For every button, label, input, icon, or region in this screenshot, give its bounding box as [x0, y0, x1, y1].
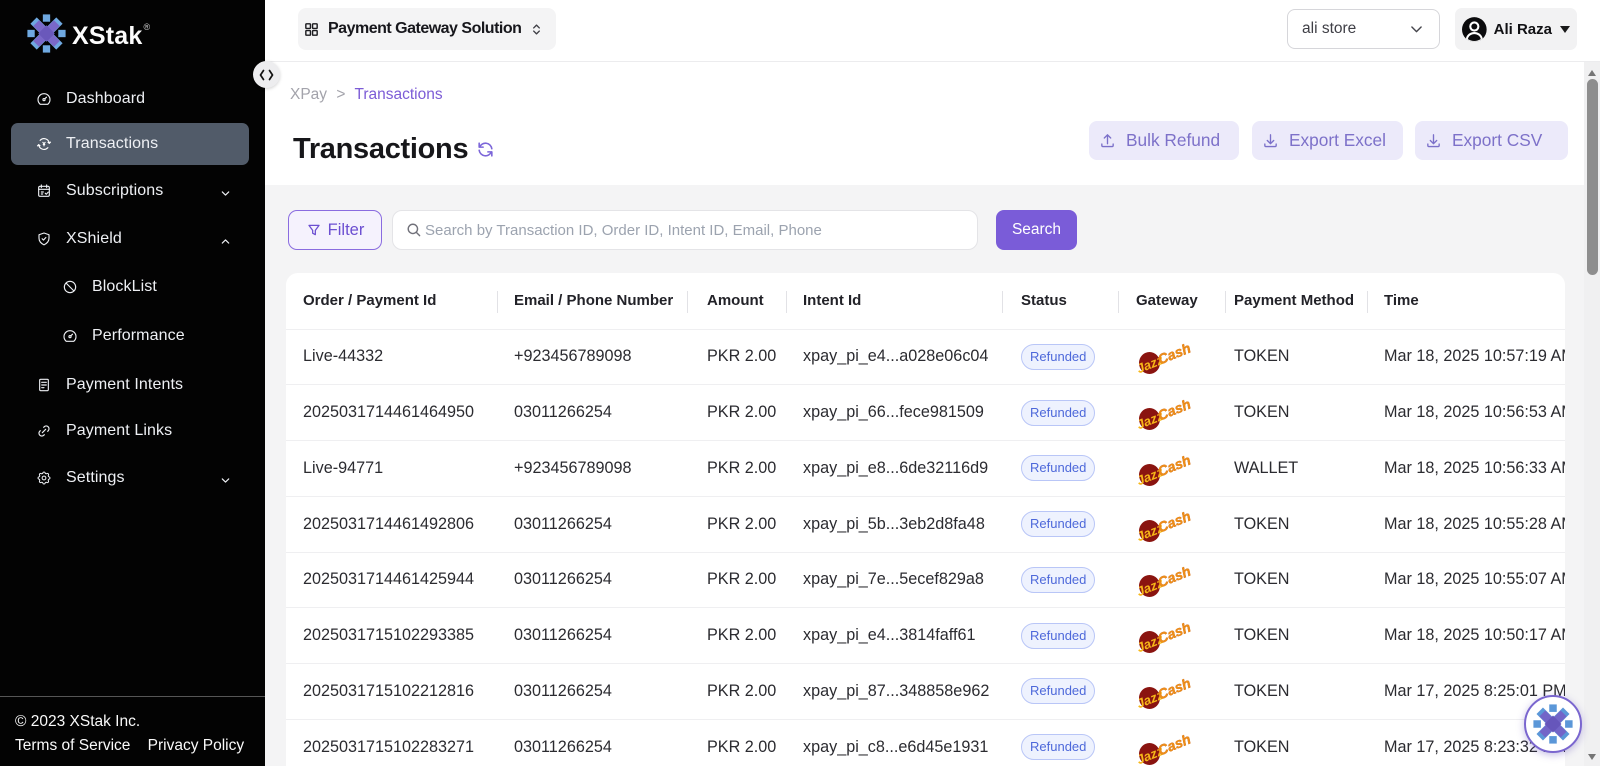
svg-text:Cash: Cash — [1155, 731, 1193, 759]
svg-text:Cash: Cash — [1155, 452, 1193, 480]
svg-text:Cash: Cash — [1155, 396, 1193, 424]
svg-text:Cash: Cash — [1155, 675, 1193, 703]
svg-text:Cash: Cash — [1155, 619, 1193, 647]
svg-text:Cash: Cash — [1155, 340, 1193, 368]
svg-text:Cash: Cash — [1155, 507, 1193, 535]
svg-text:Cash: Cash — [1155, 563, 1193, 591]
